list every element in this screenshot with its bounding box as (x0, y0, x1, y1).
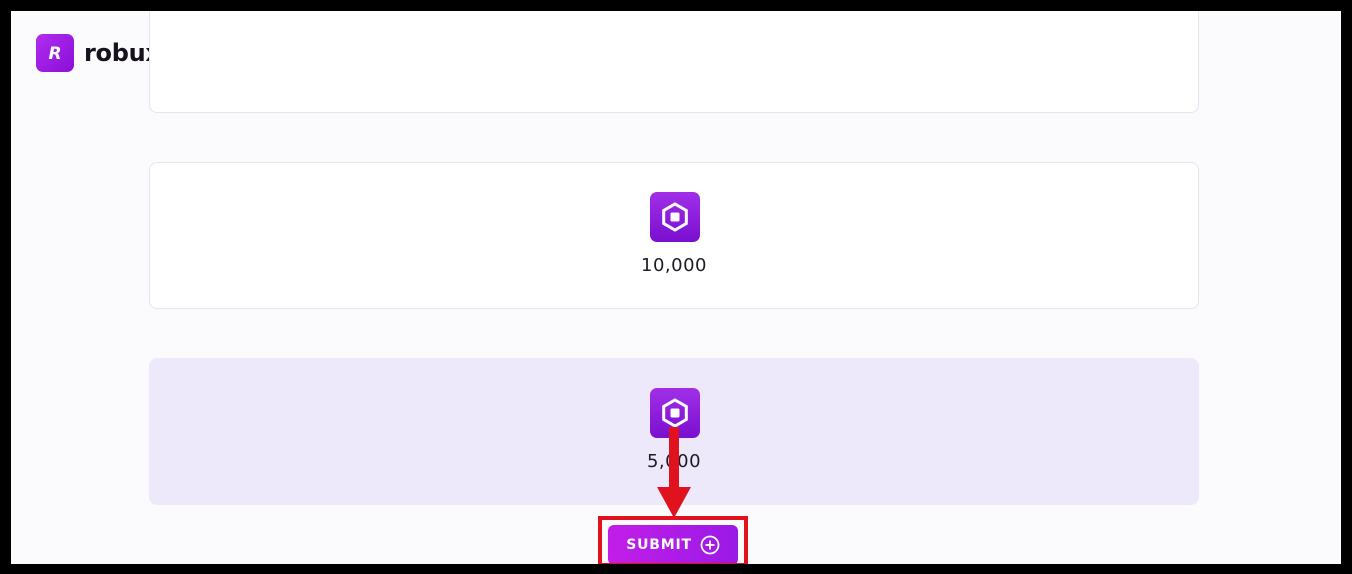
logo-letter: R (48, 44, 61, 63)
plus-circle-icon (700, 535, 720, 555)
option-amount: 10,000 (641, 255, 707, 276)
submit-button[interactable]: SUBMIT (608, 525, 738, 564)
option-card-5000-selected[interactable]: 5,000 (149, 358, 1199, 505)
submit-label: SUBMIT (626, 537, 692, 553)
page-frame: R robuxify 10,000 5,000 SUBMIT (11, 11, 1341, 564)
option-amount: 5,000 (646, 451, 702, 472)
option-card-partial[interactable] (149, 11, 1199, 113)
robuxify-logo-icon: R (36, 34, 74, 72)
robux-icon (650, 192, 700, 242)
option-card-10000[interactable]: 10,000 (149, 162, 1199, 309)
robux-icon (650, 388, 700, 438)
